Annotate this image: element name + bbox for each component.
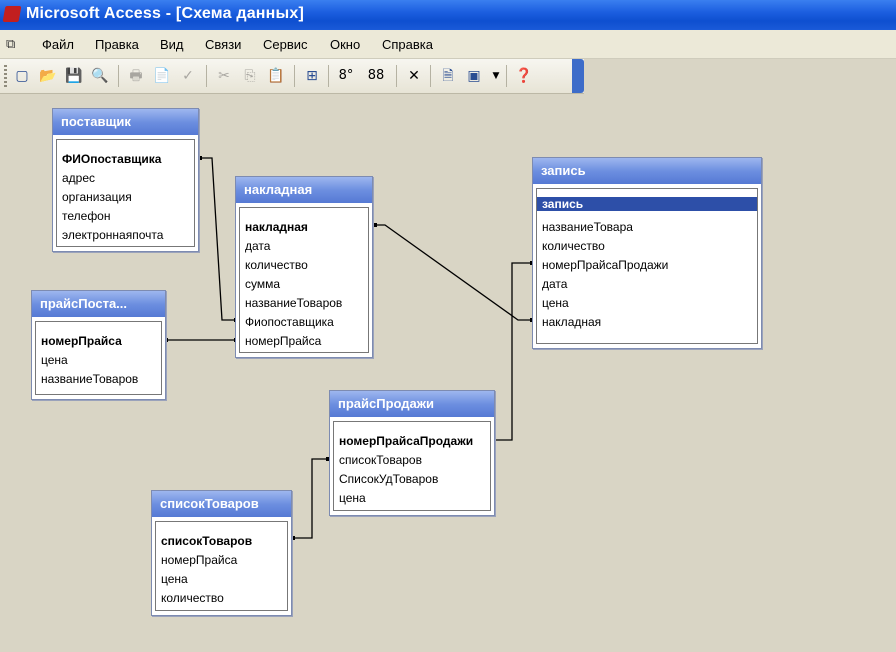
- table-title[interactable]: прайсПоста...: [32, 291, 165, 317]
- field-item[interactable]: номерПрайса: [245, 334, 321, 348]
- field-item[interactable]: Фиопоставщика: [245, 315, 334, 329]
- field-item[interactable]: адрес: [62, 171, 95, 185]
- field-list[interactable]: номерПрайсаПродажи списокТоваров СписокУ…: [333, 421, 491, 511]
- field-item[interactable]: цена: [161, 572, 188, 586]
- field-item[interactable]: названиеТоваров: [245, 296, 342, 310]
- field-item[interactable]: списокТоваров: [339, 453, 422, 467]
- field-item[interactable]: дата: [542, 277, 567, 291]
- field-list[interactable]: списокТоваров номерПрайса цена количеств…: [155, 521, 288, 611]
- table-title[interactable]: запись: [533, 158, 761, 184]
- field-item[interactable]: номерПрайса: [41, 334, 122, 348]
- field-list[interactable]: накладная дата количество сумма название…: [239, 207, 369, 353]
- field-item[interactable]: названиеТовара: [542, 220, 633, 234]
- field-list[interactable]: номерПрайса цена названиеТоваров: [35, 321, 162, 395]
- table-title[interactable]: списокТоваров: [152, 491, 291, 517]
- relation-endpoint: [373, 223, 377, 227]
- field-item[interactable]: сумма: [245, 277, 280, 291]
- field-item[interactable]: дата: [245, 239, 270, 253]
- table-title[interactable]: накладная: [236, 177, 372, 203]
- field-item[interactable]: номерПрайсаПродажи: [339, 434, 473, 448]
- field-item[interactable]: телефон: [62, 209, 111, 223]
- table-prais-postavshchika[interactable]: прайсПоста... номерПрайса цена названиеТ…: [31, 290, 166, 400]
- field-item[interactable]: ФИОпоставщика: [62, 152, 161, 166]
- field-item[interactable]: цена: [542, 296, 569, 310]
- field-item-selected[interactable]: запись: [537, 197, 757, 211]
- relation-line: [291, 458, 330, 539]
- relation-line: [373, 224, 534, 321]
- field-item[interactable]: количество: [245, 258, 308, 272]
- field-item[interactable]: номерПрайсаПродажи: [542, 258, 668, 272]
- field-item[interactable]: названиеТоваров: [41, 372, 138, 386]
- table-spisok-tovarov[interactable]: списокТоваров списокТоваров номерПрайса …: [151, 490, 292, 616]
- table-zapis[interactable]: запись запись названиеТовара количество …: [532, 157, 762, 349]
- table-nakladnaya[interactable]: накладная накладная дата количество сумм…: [235, 176, 373, 358]
- relation-line: [198, 157, 238, 321]
- field-item[interactable]: накладная: [245, 220, 308, 234]
- field-item[interactable]: количество: [161, 591, 224, 605]
- table-postavshchik[interactable]: поставщик ФИОпоставщика адрес организаци…: [52, 108, 199, 252]
- field-item[interactable]: накладная: [542, 315, 601, 329]
- relation-line: [494, 262, 534, 441]
- field-list[interactable]: ФИОпоставщика адрес организация телефон …: [56, 139, 195, 247]
- field-item[interactable]: электроннаяпочта: [62, 228, 163, 242]
- table-title[interactable]: прайсПродажи: [330, 391, 494, 417]
- field-item[interactable]: списокТоваров: [161, 534, 252, 548]
- table-title[interactable]: поставщик: [53, 109, 198, 135]
- field-item[interactable]: количество: [542, 239, 605, 253]
- field-list[interactable]: запись названиеТовара количество номерПр…: [536, 188, 758, 344]
- field-item[interactable]: цена: [339, 491, 366, 505]
- field-item[interactable]: СписокУдТоваров: [339, 472, 438, 486]
- field-item[interactable]: организация: [62, 190, 132, 204]
- field-item[interactable]: цена: [41, 353, 68, 367]
- table-prais-prodazhi[interactable]: прайсПродажи номерПрайсаПродажи списокТо…: [329, 390, 495, 516]
- field-item[interactable]: номерПрайса: [161, 553, 237, 567]
